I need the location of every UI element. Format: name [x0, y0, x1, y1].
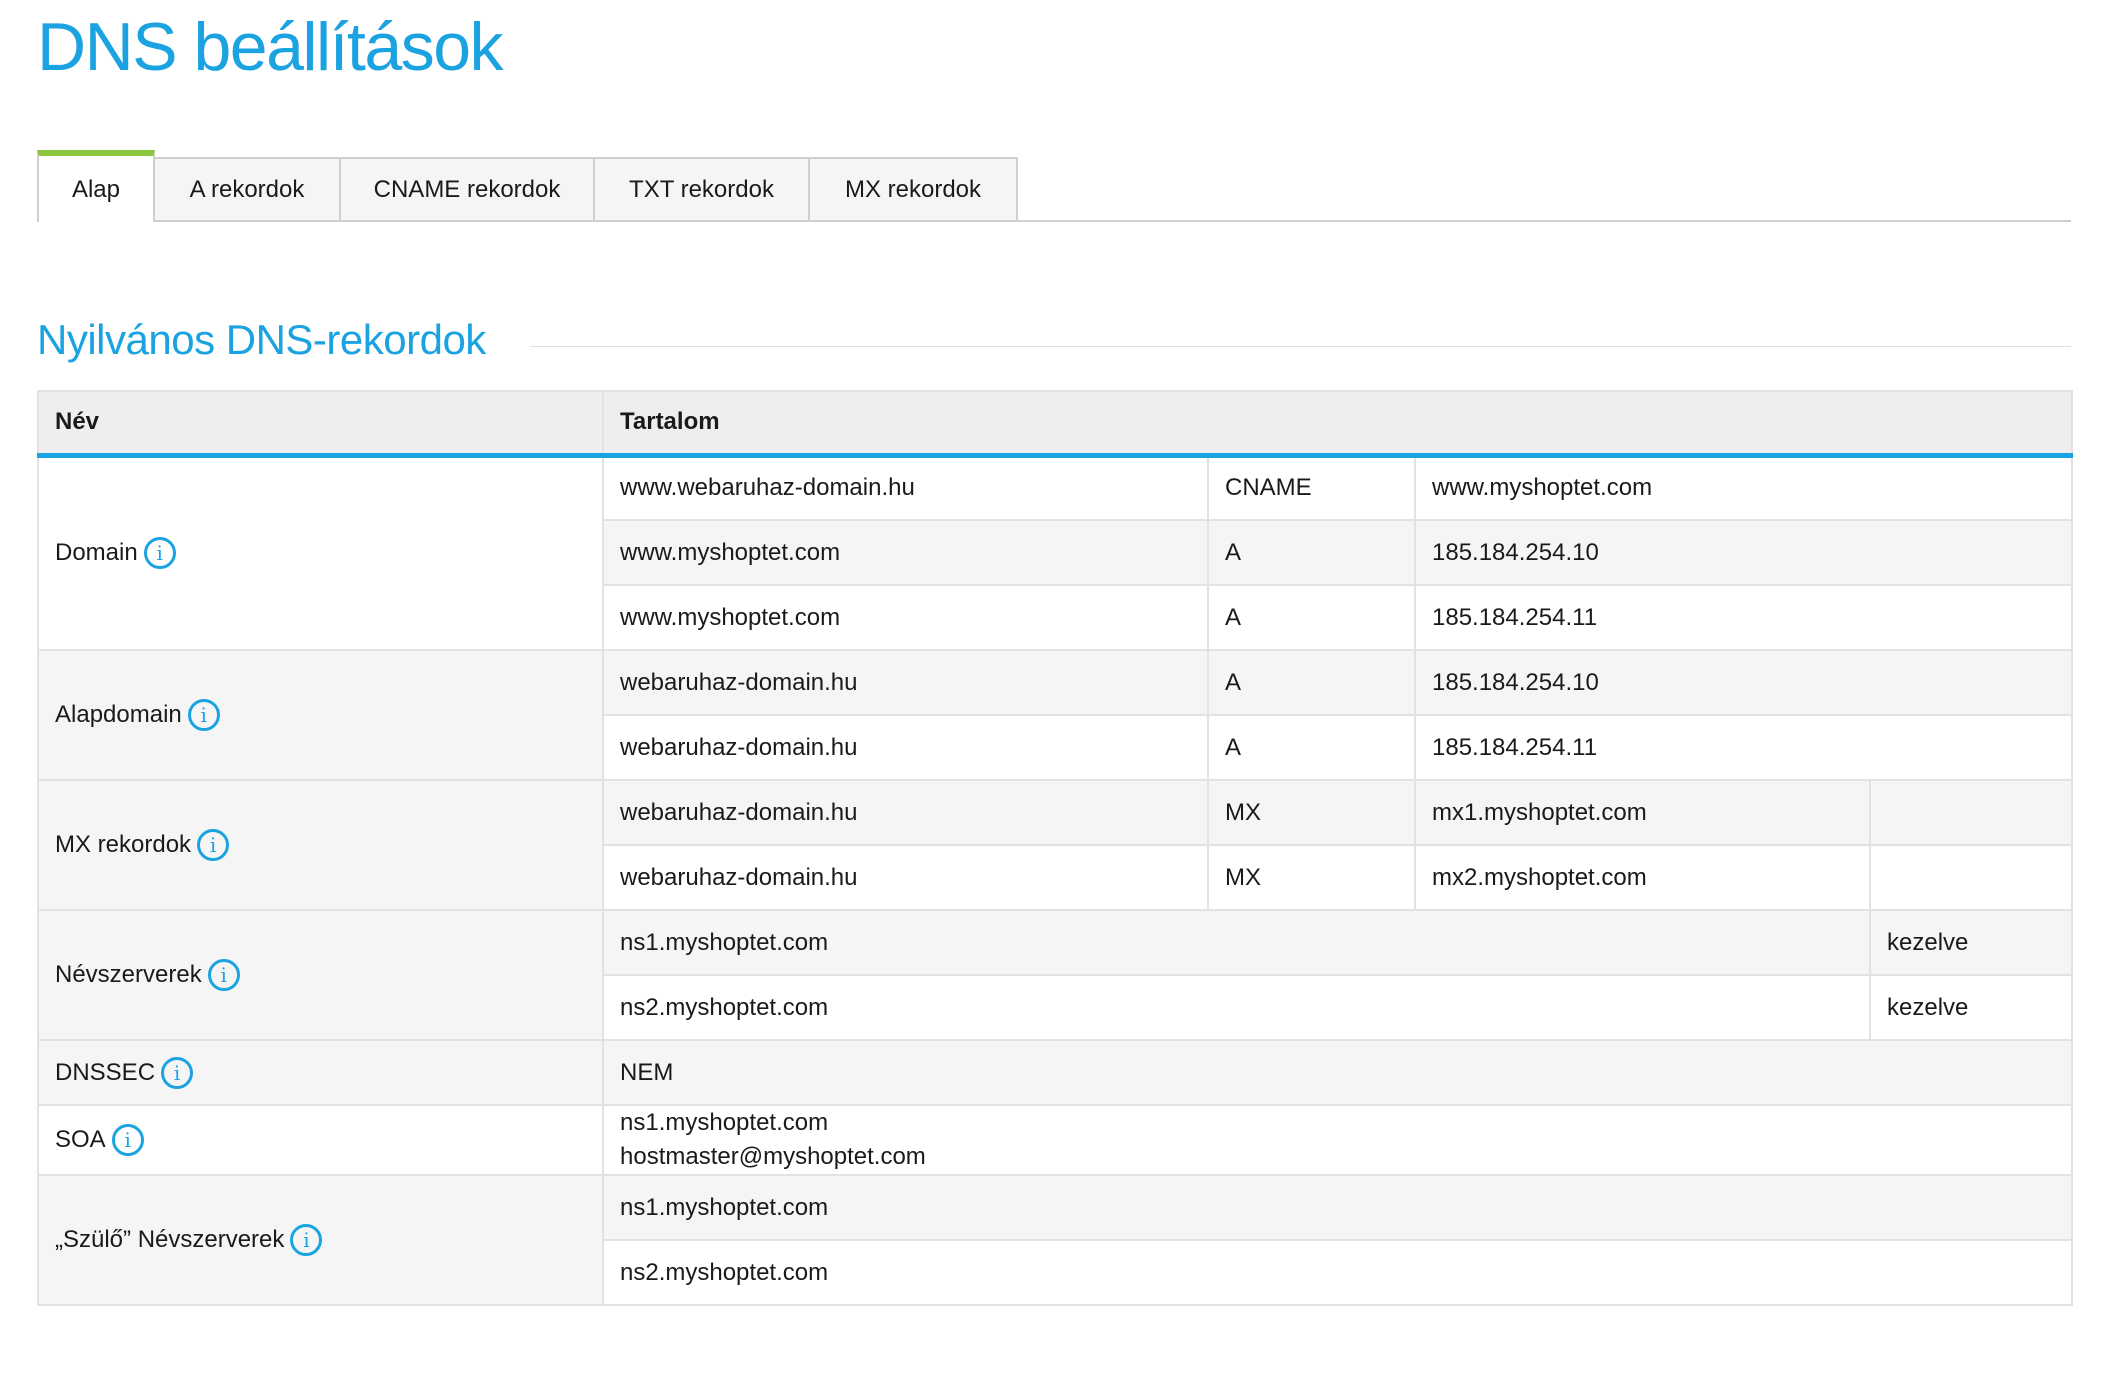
record-type: MX: [1207, 779, 1416, 846]
record-host: www.myshoptet.com: [602, 584, 1209, 651]
record-extra: [1868, 779, 2074, 846]
nameservers-name-cell: Névszerverek i: [37, 909, 604, 1041]
soa-name-cell: SOA i: [37, 1104, 604, 1176]
record-type: A: [1207, 649, 1416, 716]
record-value: mx1.myshoptet.com: [1414, 779, 1871, 846]
record-value: www.myshoptet.com: [1413, 454, 2074, 521]
record-host: webaruhaz-domain.hu: [602, 779, 1209, 846]
nameserver-status: kezelve: [1868, 909, 2074, 976]
table-row: SOA i ns1.myshoptet.com hostmaster@myshop…: [37, 1104, 2074, 1176]
dns-settings-page: DNS beállítások Alap A rekordok CNAME re…: [0, 0, 2108, 1383]
table-row: Névszerverek i ns1.myshoptet.com kezelve: [37, 909, 2074, 1041]
parent-nameserver-host: ns2.myshoptet.com: [601, 1239, 2074, 1306]
record-host: www.webaruhaz-domain.hu: [602, 454, 1209, 521]
soa-email: hostmaster@myshoptet.com: [620, 1143, 926, 1170]
section-title: Nyilvános DNS-rekordok: [37, 316, 486, 363]
record-type: CNAME: [1207, 454, 1416, 521]
table-row: MX rekordok i webaruhaz-domain.hu MX mx1.…: [37, 779, 2074, 911]
mx-label: MX rekordok: [55, 831, 192, 858]
tab-bar: Alap A rekordok CNAME rekordok TXT rekor…: [37, 150, 2071, 222]
record-type: A: [1207, 714, 1416, 781]
soa-label: SOA: [55, 1126, 106, 1153]
record-value: 185.184.254.10: [1413, 519, 2074, 586]
parent-nameserver-host: ns1.myshoptet.com: [601, 1174, 2074, 1241]
dnssec-name-cell: DNSSEC i: [37, 1039, 604, 1106]
dnssec-label: DNSSEC: [55, 1058, 156, 1086]
record-value: mx2.myshoptet.com: [1414, 844, 1871, 911]
soa-primary: ns1.myshoptet.com: [620, 1109, 829, 1136]
nameserver-host: ns1.myshoptet.com: [602, 909, 1871, 976]
record-type: A: [1207, 519, 1416, 586]
info-icon[interactable]: i: [290, 1224, 323, 1256]
record-value: 185.184.254.11: [1413, 714, 2074, 781]
header-content: Tartalom: [603, 390, 2074, 458]
page-title: DNS beállítások: [37, 9, 504, 85]
nameservers-label: Névszerverek: [55, 961, 202, 988]
tab-mx-records[interactable]: MX rekordok: [810, 157, 1018, 220]
info-icon[interactable]: i: [143, 537, 176, 570]
table-row: DNSSEC i NEM: [37, 1039, 2074, 1106]
table-row: Alapdomain i webaruhaz-domain.hu A 185.18…: [37, 649, 2074, 781]
nameserver-host: ns2.myshoptet.com: [602, 974, 1871, 1041]
info-icon[interactable]: i: [207, 959, 240, 991]
domain-name-cell: Domain i: [37, 454, 604, 651]
soa-value: ns1.myshoptet.com hostmaster@myshoptet.c…: [601, 1104, 2074, 1176]
record-host: webaruhaz-domain.hu: [602, 714, 1209, 781]
table-row: „Szülő” Névszerverek i ns1.myshoptet.com: [37, 1174, 2074, 1306]
record-host: webaruhaz-domain.hu: [602, 649, 1209, 716]
info-icon[interactable]: i: [161, 1056, 194, 1089]
info-icon[interactable]: i: [187, 699, 220, 731]
info-icon[interactable]: i: [111, 1124, 144, 1156]
parent-nameservers-name-cell: „Szülő” Névszerverek i: [37, 1174, 604, 1306]
record-type: A: [1207, 584, 1416, 651]
parent-nameservers-label: „Szülő” Névszerverek: [55, 1226, 285, 1253]
tab-txt-records[interactable]: TXT rekordok: [595, 157, 810, 220]
dns-records-table: Név Tartalom Domain i www.webaruhaz-domai…: [37, 390, 2074, 1306]
table-header-row: Név Tartalom: [37, 390, 2074, 458]
nameserver-status: kezelve: [1868, 974, 2074, 1041]
record-type: MX: [1207, 844, 1416, 911]
domain-label: Domain: [55, 539, 138, 567]
tab-a-records[interactable]: A rekordok: [155, 157, 341, 220]
alapdomain-label: Alapdomain: [55, 701, 182, 728]
table-row: Domain i www.webaruhaz-domain.hu CNAME ww…: [37, 454, 2074, 651]
info-icon[interactable]: i: [197, 829, 230, 861]
tab-alap[interactable]: Alap: [37, 150, 155, 222]
record-value: 185.184.254.11: [1413, 584, 2074, 651]
alapdomain-name-cell: Alapdomain i: [37, 649, 604, 781]
section-divider: [530, 346, 2071, 347]
dnssec-value: NEM: [601, 1039, 2074, 1106]
record-value: 185.184.254.10: [1413, 649, 2074, 716]
record-host: webaruhaz-domain.hu: [602, 844, 1209, 911]
record-extra: [1868, 844, 2074, 911]
mx-name-cell: MX rekordok i: [37, 779, 604, 911]
tab-cname-records[interactable]: CNAME rekordok: [341, 157, 595, 220]
record-host: www.myshoptet.com: [602, 519, 1209, 586]
header-name: Név: [37, 390, 604, 458]
